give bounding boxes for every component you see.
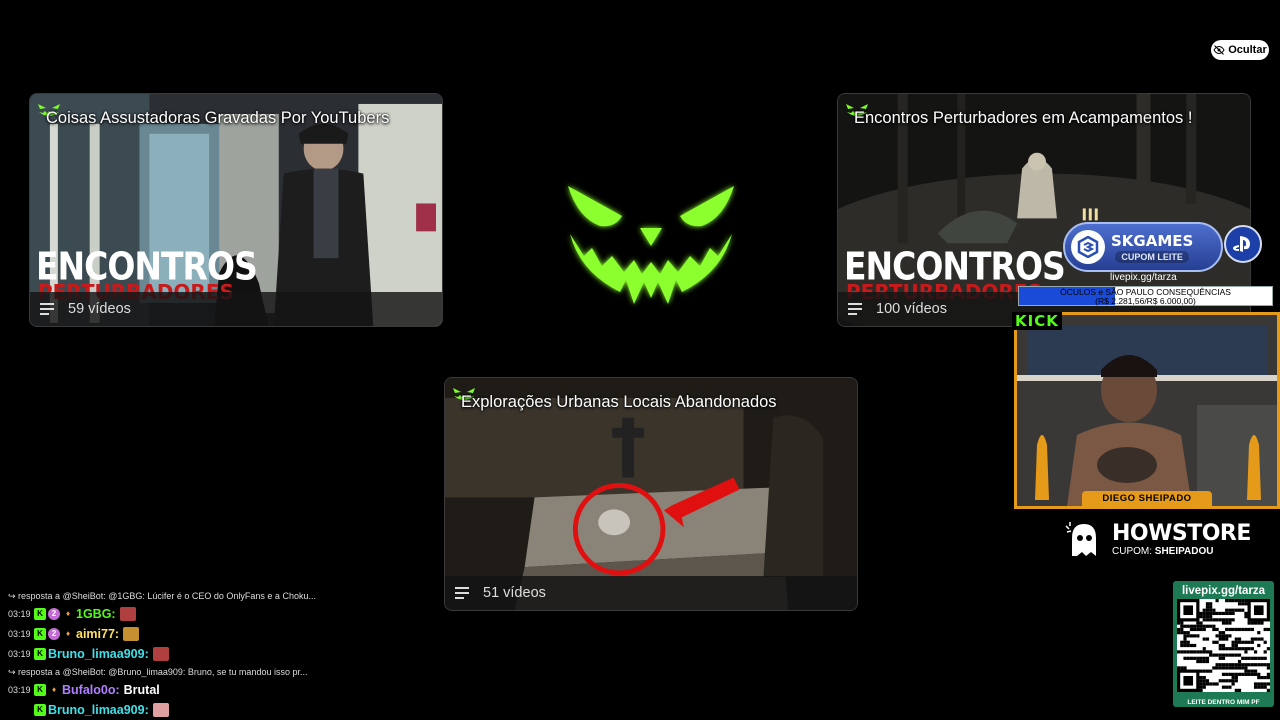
sponsor-badge: SKGAMES CUPOM LEITE: [1063, 222, 1223, 272]
chat-username[interactable]: Bufalo0o:: [62, 683, 120, 697]
eye-off-icon: [1213, 45, 1225, 55]
playlist-card-scary-youtubers[interactable]: Coisas Assustadoras Gravadas Por YouTube…: [29, 93, 443, 327]
hide-button[interactable]: Ocultar: [1211, 40, 1269, 60]
donation-goal-bar: ÓCULOS e SÃO PAULO CONSEQUÊNCIAS (R$ 2.2…: [1018, 286, 1273, 306]
chat-overlay: ↪ resposta a @SheiBot: @1GBG: Lúcifer é …: [8, 588, 328, 720]
video-count: 100 vídeos: [876, 301, 947, 317]
fire-badge-icon: ♦: [51, 685, 57, 694]
sponsor-link: livepix.gg/tarza: [1110, 272, 1177, 283]
fire-badge-icon: ♦: [65, 609, 71, 618]
qr-link: livepix.gg/tarza: [1181, 585, 1266, 597]
stream-screen: Ocultar Coisas Assustadoras Gravadas Por…: [0, 0, 1280, 720]
howstore-coupon-code: SHEIPADOU: [1154, 546, 1214, 557]
chat-username[interactable]: aimi77:: [76, 627, 119, 641]
chat-reply-context: ↪ resposta a @SheiBot: @1GBG: Lúcifer é …: [8, 588, 328, 604]
playlist-footer: 51 vídeos: [445, 576, 857, 610]
video-count: 59 vídeos: [68, 301, 131, 317]
chat-reply-text: ↪ resposta a @SheiBot: @1GBG: Lúcifer é …: [8, 590, 316, 601]
playlist-icon: [455, 587, 469, 599]
qr-code: [1177, 599, 1270, 692]
howstore-sponsor: HOWSTORE CUPOM: SHEIPADOU: [1064, 520, 1251, 560]
kick-platform-tag: KICK: [1012, 312, 1062, 330]
chat-reply-text: ↪ resposta a @SheiBot: @Bruno_limaa909: …: [8, 666, 308, 677]
sub-badge-icon: 2: [48, 628, 60, 640]
chat-message: K Bruno_limaa909:: [8, 700, 328, 720]
playlist-title: Explorações Urbanas Locais Abandonados: [461, 393, 777, 411]
qr-caption: LEITE DENTRO MIM PF: [1187, 699, 1260, 706]
chat-timestamp: 03:19: [8, 649, 31, 659]
chat-emote-icon: [152, 703, 169, 717]
hide-button-label: Ocultar: [1228, 44, 1267, 56]
chat-reply-context: ↪ resposta a @SheiBot: @Bruno_limaa909: …: [8, 664, 328, 680]
sponsor-name: SKGAMES: [1111, 231, 1194, 250]
playstation-icon: [1224, 225, 1262, 263]
ghost-logo-icon: [1065, 522, 1096, 556]
webcam-feed: [1017, 315, 1277, 506]
playlist-title: Coisas Assustadoras Gravadas Por YouTube…: [46, 109, 390, 127]
kick-badge-icon: K: [34, 704, 46, 716]
chat-timestamp: 03:19: [8, 685, 31, 695]
howstore-title: HOWSTORE: [1112, 521, 1251, 546]
kick-badge-icon: K: [34, 628, 46, 640]
chat-emote-icon: [152, 647, 169, 661]
goal-amount: (R$ 2.281,56/R$ 6.000,00): [1095, 296, 1196, 306]
sub-badge-icon: 2: [48, 608, 60, 620]
chat-message: 03:19 K ♦ Bufalo0o: Brutal: [8, 680, 328, 700]
video-count: 51 vídeos: [483, 585, 546, 601]
playlist-footer: 59 vídeos: [30, 292, 442, 326]
howstore-coupon: CUPOM: SHEIPADOU: [1112, 546, 1251, 558]
kick-badge-icon: K: [34, 684, 46, 696]
sponsor-coupon: CUPOM LEITE: [1115, 250, 1189, 263]
playlist-card-urban-exploration[interactable]: Explorações Urbanas Locais Abandonados 5…: [444, 377, 858, 611]
kick-badge-icon: K: [34, 648, 46, 660]
chat-emote-icon: [119, 607, 136, 621]
chat-emote-icon: [123, 627, 140, 641]
livepix-qr-panel: livepix.gg/tarza LEITE DENTRO MIM PF: [1173, 581, 1274, 707]
chat-text: Brutal: [123, 683, 160, 697]
chat-message: 03:19 K 2 ♦ 1GBG:: [8, 604, 328, 624]
fire-badge-icon: ♦: [65, 629, 71, 638]
streamer-name-tag: DIEGO SHEIPADO: [1082, 491, 1212, 507]
chat-username[interactable]: Bruno_limaa909:: [48, 647, 149, 661]
howstore-coupon-label: CUPOM:: [1112, 546, 1152, 557]
chat-timestamp: 03:19: [8, 609, 31, 619]
chat-username[interactable]: Bruno_limaa909:: [48, 703, 149, 717]
kick-badge-icon: K: [34, 608, 46, 620]
chat-message: 03:19 K 2 ♦ aimi77:: [8, 624, 328, 644]
playlist-title: Encontros Perturbadores em Acampamentos …: [854, 109, 1193, 127]
pumpkin-face-logo: [568, 186, 734, 304]
skgames-logo-icon: [1071, 230, 1105, 264]
playlist-icon: [40, 303, 54, 315]
playlist-icon: [848, 303, 862, 315]
webcam-frame: [1014, 312, 1280, 509]
chat-timestamp: 03:19: [8, 629, 31, 639]
chat-username[interactable]: 1GBG:: [76, 607, 116, 621]
chat-message: 03:19 K Bruno_limaa909:: [8, 644, 328, 664]
